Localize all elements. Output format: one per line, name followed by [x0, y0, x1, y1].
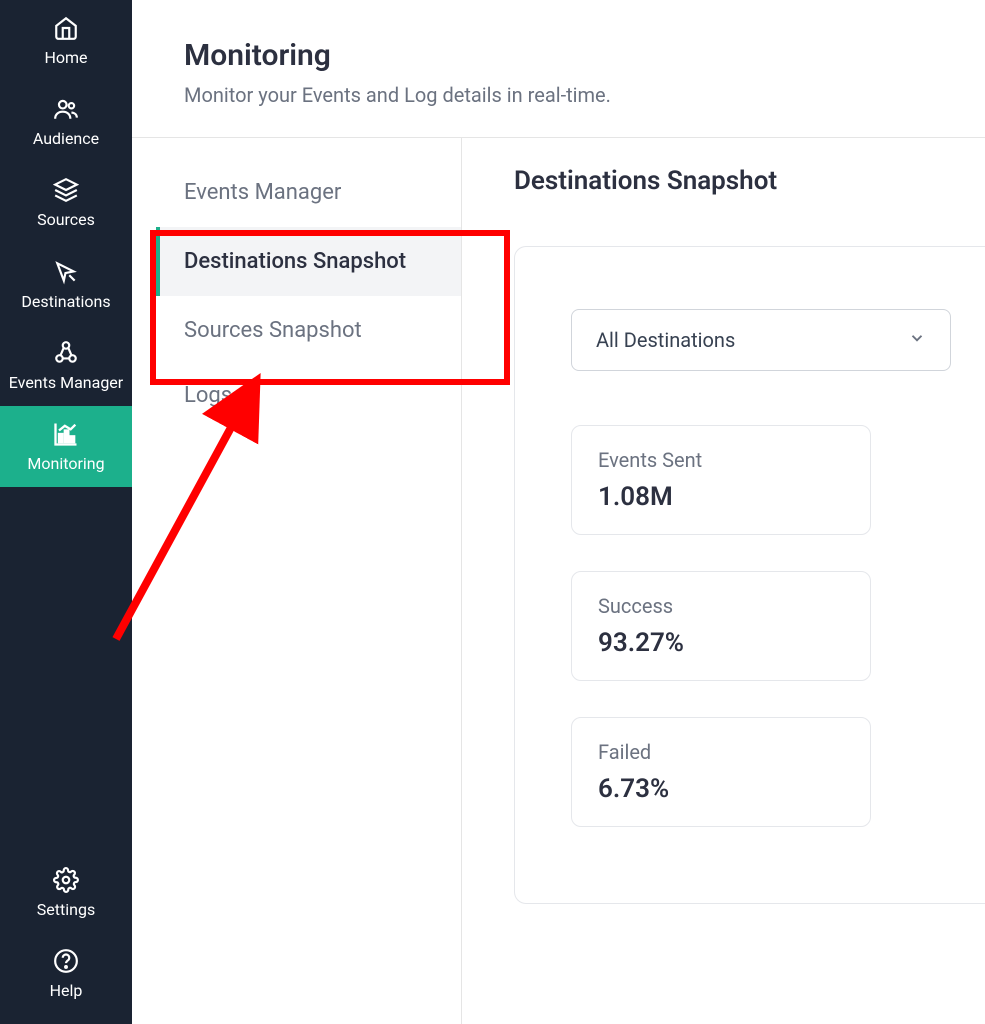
- stat-label: Failed: [598, 740, 844, 764]
- sidebar-item-help[interactable]: Help: [0, 933, 132, 1014]
- sidebar-item-events-manager[interactable]: Events Manager: [0, 325, 132, 406]
- panel: Destinations Snapshot All Destinations E…: [462, 138, 985, 1024]
- destinations-icon: [52, 258, 80, 286]
- stat-card-failed: Failed 6.73%: [571, 717, 871, 827]
- subnav-item-events-manager[interactable]: Events Manager: [156, 162, 461, 223]
- stat-value: 1.08M: [598, 482, 844, 512]
- audience-icon: [52, 95, 80, 123]
- panel-body: All Destinations Events Sent 1.08M Succe…: [514, 246, 985, 904]
- stat-value: 93.27%: [598, 628, 844, 658]
- events-manager-icon: [52, 339, 80, 367]
- destinations-dropdown[interactable]: All Destinations: [571, 309, 951, 371]
- stat-card-events-sent: Events Sent 1.08M: [571, 425, 871, 535]
- main-content: Monitoring Monitor your Events and Log d…: [132, 0, 985, 1024]
- help-icon: [52, 947, 80, 975]
- stat-value: 6.73%: [598, 774, 844, 804]
- sidebar-item-monitoring[interactable]: Monitoring: [0, 406, 132, 487]
- sources-icon: [52, 176, 80, 204]
- sidebar: Home Audience Sources: [0, 0, 132, 1024]
- subnav-item-logs[interactable]: Logs: [156, 365, 461, 426]
- stat-label: Success: [598, 594, 844, 618]
- content-row: Events Manager Destinations Snapshot Sou…: [132, 138, 985, 1024]
- sidebar-item-sources[interactable]: Sources: [0, 162, 132, 243]
- sidebar-item-destinations[interactable]: Destinations: [0, 244, 132, 325]
- subnav-item-sources-snapshot[interactable]: Sources Snapshot: [156, 300, 461, 361]
- sidebar-item-label: Help: [50, 981, 83, 1000]
- sidebar-item-audience[interactable]: Audience: [0, 81, 132, 162]
- page-header: Monitoring Monitor your Events and Log d…: [132, 0, 985, 138]
- settings-icon: [52, 866, 80, 894]
- sidebar-item-label: Events Manager: [9, 373, 123, 392]
- dropdown-selected: All Destinations: [596, 328, 735, 352]
- page-title: Monitoring: [184, 38, 955, 73]
- page-subtitle: Monitor your Events and Log details in r…: [184, 83, 955, 107]
- sidebar-item-label: Settings: [37, 900, 95, 919]
- home-icon: [52, 14, 80, 42]
- sidebar-item-label: Monitoring: [27, 454, 104, 473]
- sidebar-item-settings[interactable]: Settings: [0, 852, 132, 933]
- sidebar-item-home[interactable]: Home: [0, 0, 132, 81]
- monitoring-icon: [52, 420, 80, 448]
- sidebar-item-label: Sources: [37, 210, 95, 229]
- panel-title: Destinations Snapshot: [514, 166, 985, 196]
- sidebar-top: Home Audience Sources: [0, 0, 132, 852]
- subnav-item-destinations-snapshot[interactable]: Destinations Snapshot: [156, 227, 461, 296]
- sidebar-bottom: Settings Help: [0, 852, 132, 1024]
- sidebar-item-label: Home: [44, 48, 87, 67]
- stat-label: Events Sent: [598, 448, 844, 472]
- subnav: Events Manager Destinations Snapshot Sou…: [132, 138, 462, 1024]
- stat-card-success: Success 93.27%: [571, 571, 871, 681]
- sidebar-item-label: Destinations: [21, 292, 110, 311]
- sidebar-item-label: Audience: [33, 129, 99, 148]
- chevron-down-icon: [908, 329, 926, 351]
